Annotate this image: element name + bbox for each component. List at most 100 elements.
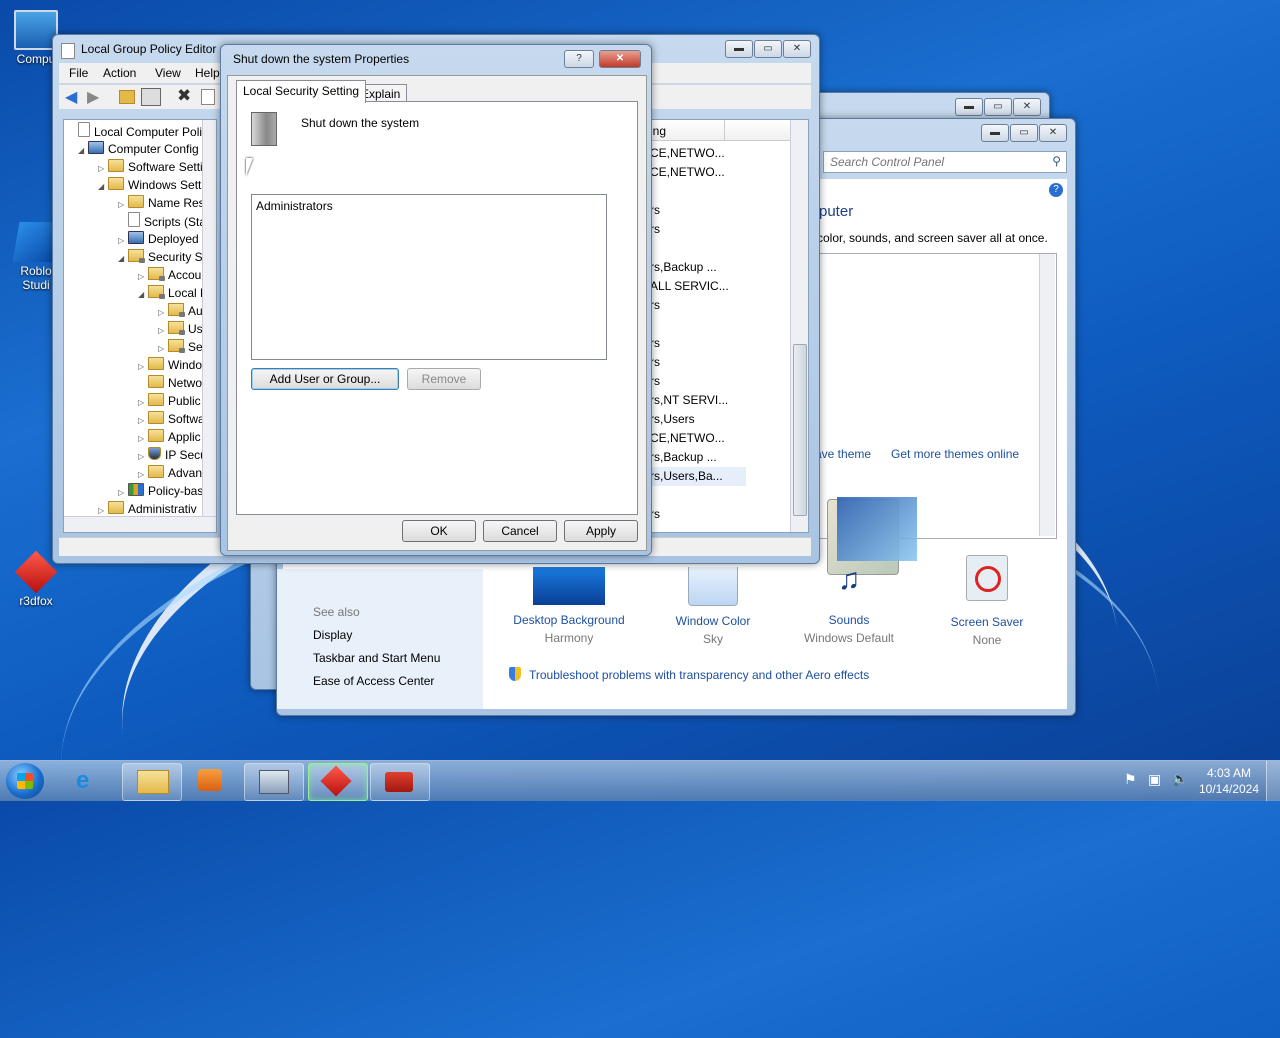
properties-dialog[interactable]: Shut down the system Properties ? ✕ Loca… bbox=[220, 44, 652, 556]
show-hide-tree-icon[interactable] bbox=[141, 88, 161, 106]
list-vertical-scrollbar[interactable] bbox=[790, 120, 808, 532]
folder-icon bbox=[137, 770, 169, 794]
scroll-thumb[interactable] bbox=[793, 344, 807, 516]
close-button[interactable]: ✕ bbox=[1039, 124, 1067, 142]
cancel-button[interactable]: Cancel bbox=[483, 520, 557, 542]
internet-explorer-icon[interactable]: e bbox=[76, 767, 89, 795]
help-button[interactable]: ? bbox=[564, 50, 594, 68]
desktop-background-item[interactable]: Desktop Background Harmony bbox=[509, 567, 629, 645]
maximize-button[interactable]: ▭ bbox=[1010, 124, 1038, 142]
tree-item[interactable]: ◢ Local P bbox=[138, 284, 208, 302]
tree-item[interactable]: ▷ Windo bbox=[138, 356, 202, 374]
menu-action[interactable]: Action bbox=[103, 66, 136, 80]
tree-item[interactable]: ▷ Softwa bbox=[138, 410, 205, 428]
tree-item[interactable]: ▷ Accou bbox=[138, 266, 201, 284]
tree-item[interactable]: ▷ Name Res bbox=[118, 194, 205, 212]
media-player-icon[interactable] bbox=[198, 769, 222, 791]
minimize-button[interactable]: ▬ bbox=[981, 124, 1009, 142]
see-also-ease-of-access[interactable]: Ease of Access Center bbox=[313, 674, 434, 688]
tree-vertical-scrollbar[interactable] bbox=[202, 120, 216, 516]
tree-item-label: Deployed bbox=[148, 232, 199, 246]
troubleshoot-link[interactable]: Troubleshoot problems with transparency … bbox=[529, 668, 869, 682]
see-also-taskbar[interactable]: Taskbar and Start Menu bbox=[313, 651, 440, 665]
list-item[interactable]: Administrators bbox=[256, 199, 333, 213]
table-row[interactable]: rs,Users,Ba... bbox=[650, 467, 746, 486]
start-button[interactable] bbox=[6, 763, 44, 799]
table-row[interactable]: CE,NETWO... bbox=[650, 163, 725, 182]
tree-expand-toggle[interactable]: ◢ bbox=[78, 142, 88, 160]
menu-view[interactable]: View bbox=[155, 66, 181, 80]
tree-item[interactable]: ▷ Applic bbox=[138, 428, 201, 446]
close-button[interactable]: ✕ bbox=[1013, 98, 1041, 116]
apply-button[interactable]: Apply bbox=[564, 520, 638, 542]
taskbar-explorer[interactable] bbox=[122, 763, 182, 801]
maximize-button[interactable]: ▭ bbox=[754, 40, 782, 58]
tree-item[interactable]: ▷ Policy-bas bbox=[118, 482, 203, 500]
gallery-scrollbar[interactable] bbox=[1039, 254, 1055, 536]
tree-item[interactable]: ◢ Computer Config bbox=[78, 140, 199, 158]
save-theme-link[interactable]: ave theme bbox=[815, 447, 871, 461]
sounds-item[interactable]: ♫ Sounds Windows Default bbox=[789, 555, 909, 645]
tree-item[interactable]: ▷ Advan bbox=[138, 464, 202, 482]
tree-item[interactable]: Scripts (Sta bbox=[118, 212, 206, 230]
members-list[interactable]: Administrators bbox=[251, 194, 607, 360]
up-folder-icon[interactable] bbox=[119, 90, 135, 104]
action-center-flag-icon[interactable]: ⚑ bbox=[1124, 771, 1137, 788]
remove-button[interactable]: Remove bbox=[407, 368, 481, 390]
minimize-button[interactable]: ▬ bbox=[725, 40, 753, 58]
tree-item-label: Windows Sett bbox=[128, 178, 202, 192]
add-user-or-group-button[interactable]: Add User or Group... bbox=[251, 368, 399, 390]
table-row[interactable]: rs,Backup ... bbox=[650, 448, 717, 467]
tree-item[interactable]: ◢ Security Se bbox=[118, 248, 209, 266]
menu-file[interactable]: File bbox=[69, 66, 88, 80]
tree-item[interactable]: ▷ Software Setti bbox=[98, 158, 203, 176]
ok-button[interactable]: OK bbox=[402, 520, 476, 542]
network-icon[interactable]: ▣ bbox=[1148, 771, 1161, 788]
get-more-themes-link[interactable]: Get more themes online bbox=[891, 447, 1019, 461]
tree-horizontal-scrollbar[interactable] bbox=[64, 516, 216, 532]
tree-item[interactable]: ▷ Deployed bbox=[118, 230, 199, 248]
screen-saver-item[interactable]: Screen Saver None bbox=[927, 555, 1047, 647]
taskbar-toolbox[interactable] bbox=[370, 763, 430, 801]
tree-expand-toggle[interactable]: ◢ bbox=[118, 250, 128, 268]
tree-item[interactable]: ▷ IP Secu bbox=[138, 446, 207, 464]
clock[interactable]: 4:03 AM 10/14/2024 bbox=[1196, 765, 1262, 797]
table-row[interactable]: CE,NETWO... bbox=[650, 429, 725, 448]
table-row[interactable]: rs,Backup ... bbox=[650, 258, 717, 277]
taskbar-control-panel[interactable] bbox=[244, 763, 304, 801]
delete-icon[interactable]: ✖ bbox=[177, 86, 191, 106]
tree-item[interactable]: ▷ Au bbox=[158, 302, 203, 320]
table-row[interactable]: CE,NETWO... bbox=[650, 144, 725, 163]
see-also-display[interactable]: Display bbox=[313, 628, 352, 642]
tab-local-security-setting[interactable]: Local Security Setting bbox=[236, 80, 367, 103]
volume-muted-icon[interactable]: 🔈 bbox=[1172, 771, 1188, 787]
forward-arrow-icon[interactable]: ▶ bbox=[87, 87, 99, 107]
maximize-button[interactable]: ▭ bbox=[984, 98, 1012, 116]
search-input[interactable] bbox=[824, 152, 1042, 172]
shield-icon bbox=[148, 447, 161, 460]
close-button[interactable]: ✕ bbox=[783, 40, 811, 58]
table-row[interactable]: rs,NT SERVI... bbox=[650, 391, 728, 410]
menu-help[interactable]: Help bbox=[195, 66, 220, 80]
properties-icon[interactable] bbox=[201, 89, 215, 105]
show-desktop-button[interactable] bbox=[1266, 761, 1280, 801]
see-also-heading: See also bbox=[313, 605, 360, 619]
control-panel-icon bbox=[259, 770, 289, 794]
tree-item[interactable]: ▷ Public bbox=[138, 392, 201, 410]
tree-expand-toggle[interactable]: ◢ bbox=[98, 178, 108, 196]
tree-item[interactable]: Netwo bbox=[138, 374, 202, 392]
close-button[interactable]: ✕ bbox=[599, 50, 641, 68]
theme-thumbnail[interactable] bbox=[837, 497, 917, 561]
search-icon[interactable]: ⚲ bbox=[1052, 154, 1061, 168]
tree-item[interactable]: ◢ Windows Sett bbox=[98, 176, 201, 194]
back-arrow-icon[interactable]: ◀ bbox=[65, 87, 77, 107]
minimize-button[interactable]: ▬ bbox=[955, 98, 983, 116]
tree-item[interactable]: Local Computer Polic bbox=[68, 122, 208, 140]
table-row[interactable]: ALL SERVIC... bbox=[650, 277, 729, 296]
tree-pane[interactable]: Local Computer Polic ◢ Computer Config ▷ Sof… bbox=[63, 119, 217, 533]
help-icon[interactable]: ? bbox=[1049, 183, 1063, 197]
window-color-item[interactable]: Window Color Sky bbox=[653, 567, 773, 646]
tree-expand-toggle[interactable]: ◢ bbox=[138, 286, 148, 304]
table-row[interactable]: rs,Users bbox=[650, 410, 695, 429]
taskbar-r3dfox[interactable] bbox=[308, 763, 368, 801]
